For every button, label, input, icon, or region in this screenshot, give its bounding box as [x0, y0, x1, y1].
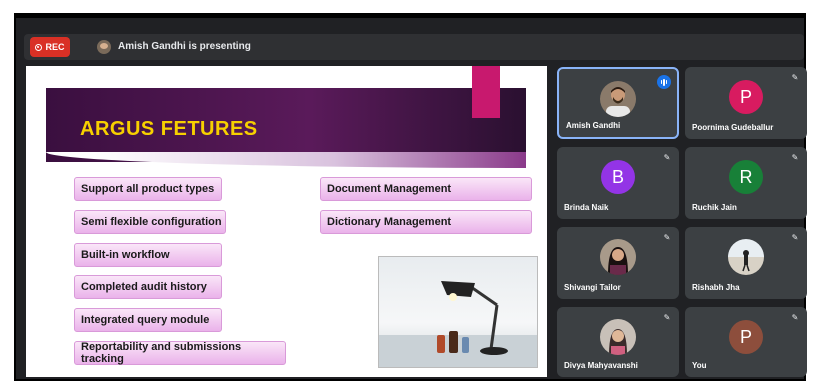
participant-avatar: P: [729, 320, 763, 354]
mic-off-icon: ✎: [663, 233, 671, 242]
participant-name: Ruchik Jain: [692, 203, 737, 212]
top-bar: REC Amish Gandhi is presenting: [24, 34, 804, 60]
participant-avatar: P: [729, 80, 763, 114]
feature-item: Dictionary Management: [320, 210, 532, 234]
participant-name: You: [692, 361, 707, 370]
mic-off-icon: ✎: [791, 73, 799, 82]
feature-item: Document Management: [320, 177, 532, 201]
recording-indicator[interactable]: REC: [30, 37, 70, 57]
mic-off-icon: ✎: [791, 153, 799, 162]
participant-avatar: [600, 319, 636, 355]
participant-name: Divya Mahyavanshi: [564, 361, 638, 370]
audio-level-icon: [657, 75, 671, 89]
slide-banner-swoosh: [46, 152, 526, 168]
feature-item: Reportability and submissions tracking: [74, 341, 286, 365]
mic-off-icon: ✎: [791, 313, 799, 322]
feature-item: Built-in workflow: [74, 243, 222, 267]
participant-avatar: [728, 239, 764, 275]
beach-photo: [728, 239, 764, 275]
lamp-illustration: [379, 281, 537, 367]
record-icon: [35, 43, 43, 51]
participant-tile[interactable]: P ✎ You: [685, 307, 807, 377]
participant-tile[interactable]: R ✎ Ruchik Jain: [685, 147, 807, 219]
participant-name: Rishabh Jha: [692, 283, 740, 292]
woman2-photo: [600, 319, 636, 355]
feature-item: Completed audit history: [74, 275, 222, 299]
recording-label: REC: [45, 42, 65, 52]
participant-name: Shivangi Tailor: [564, 283, 621, 292]
feature-item: Support all product types: [74, 177, 222, 201]
participant-tile[interactable]: B ✎ Brinda Naik: [557, 147, 679, 219]
presenting-status: Amish Gandhi is presenting: [118, 41, 251, 52]
slide-accent-block: [472, 66, 500, 118]
participant-name: Amish Gandhi: [566, 121, 621, 130]
woman-photo: [600, 239, 636, 275]
participant-name: Brinda Naik: [564, 203, 609, 212]
participant-avatar: [600, 239, 636, 275]
man-photo: [600, 81, 636, 117]
participant-tile[interactable]: P ✎ Poornima Gudeballur: [685, 67, 807, 139]
participant-avatar: R: [729, 160, 763, 194]
slide-title: ARGUS FETURES: [80, 118, 258, 140]
presenter-avatar: [97, 40, 111, 54]
presentation-slide: ARGUS FETURES Support all product types …: [26, 66, 547, 377]
participant-avatar: B: [601, 160, 635, 194]
participant-name: Poornima Gudeballur: [692, 123, 774, 132]
mic-off-icon: ✎: [663, 313, 671, 322]
feature-item: Semi flexible configuration: [74, 210, 226, 234]
mic-off-icon: ✎: [663, 153, 671, 162]
mic-off-icon: ✎: [791, 233, 799, 242]
feature-item: Integrated query module: [74, 308, 222, 332]
participant-avatar: [600, 81, 636, 117]
participant-tile[interactable]: ✎ Shivangi Tailor: [557, 227, 679, 299]
participant-tile[interactable]: ✎ Rishabh Jha: [685, 227, 807, 299]
desk-lamp-image: [378, 256, 538, 368]
participant-tile[interactable]: ✎ Divya Mahyavanshi: [557, 307, 679, 377]
participant-tile[interactable]: Amish Gandhi: [557, 67, 679, 139]
